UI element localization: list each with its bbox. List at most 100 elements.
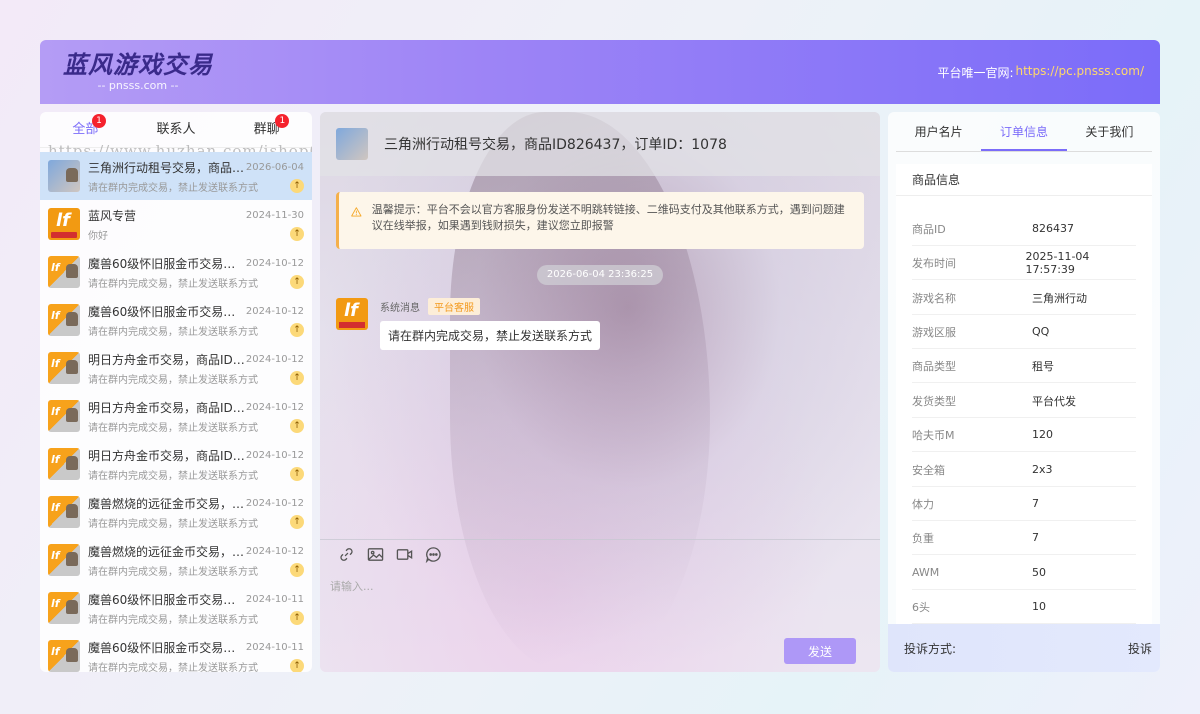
tab-contacts-label: 联系人 — [156, 121, 196, 137]
conversation-item[interactable]: lf 明日方舟金币交易，商品ID69... 2024-10-12 请在群内完成交易… — [40, 344, 312, 392]
pin-up-icon[interactable]: ↑ — [290, 179, 304, 193]
pin-up-icon[interactable]: ↑ — [290, 611, 304, 625]
info-value: 826437 — [1032, 222, 1074, 235]
chat-header: 三角洲行动租号交易，商品ID826437，订单ID：1078 — [320, 112, 880, 176]
tab-contacts[interactable]: 联系人 — [131, 112, 222, 148]
complaint-bar: 投诉方式: 投诉 — [888, 624, 1160, 672]
conversation-item[interactable]: lf 魔兽60级怀旧服金币交易，商... 2024-10-12 请在群内完成交易，… — [40, 296, 312, 344]
group-avatar-icon: lf — [48, 304, 80, 336]
chat-bubble-icon[interactable] — [425, 546, 442, 563]
info-value: 2x3 — [1032, 463, 1053, 476]
complaint-button[interactable]: 投诉 — [1128, 640, 1152, 657]
info-label: 游戏区服 — [912, 325, 956, 339]
conversation-time: 2024-10-12 — [245, 305, 304, 317]
pin-up-icon[interactable]: ↑ — [290, 659, 304, 672]
conversation-title: 三角洲行动租号交易，商品ID... — [88, 160, 246, 175]
info-label: 体力 — [912, 497, 934, 511]
info-label: 发货类型 — [912, 394, 956, 408]
tab-user-card[interactable]: 用户名片 — [896, 112, 981, 151]
group-avatar-icon: lf — [48, 592, 80, 624]
conversation-time: 2024-10-12 — [245, 449, 304, 461]
info-value: 7 — [1032, 497, 1039, 510]
info-row: 发布时间 2025-11-04 17:57:39 — [912, 246, 1136, 280]
pin-up-icon[interactable]: ↑ — [290, 371, 304, 385]
pin-up-icon[interactable]: ↑ — [290, 563, 304, 577]
conversation-preview: 请在群内完成交易，禁止发送联系方式 — [88, 326, 258, 338]
message-timestamp: 2026-06-04 23:36:25 — [537, 265, 663, 285]
tab-all[interactable]: 全部 1 — [40, 112, 131, 148]
game-avatar-icon — [48, 160, 80, 192]
conversation-item[interactable]: lf 魔兽60级怀旧服金币交易，商... 2024-10-11 请在群内完成交易，… — [40, 632, 312, 672]
conversation-title: 魔兽60级怀旧服金币交易，商... — [88, 256, 246, 271]
conversation-title: 魔兽60级怀旧服金币交易，商... — [88, 640, 246, 655]
pin-up-icon[interactable]: ↑ — [290, 419, 304, 433]
image-icon[interactable] — [367, 546, 384, 563]
info-tabs: 用户名片 订单信息 关于我们 — [896, 112, 1152, 152]
conversation-preview: 请在群内完成交易，禁止发送联系方式 — [88, 422, 258, 434]
conversation-item[interactable]: lf 魔兽燃烧的远征金币交易，商... 2024-10-12 请在群内完成交易，禁… — [40, 488, 312, 536]
info-row: 安全箱 2x3 — [912, 453, 1136, 487]
tab-group-chat[interactable]: 群聊 1 — [221, 112, 312, 148]
chat-panel: 三角洲行动租号交易，商品ID826437，订单ID：1078 温馨提示：平台不会… — [320, 112, 880, 672]
pin-up-icon[interactable]: ↑ — [290, 227, 304, 241]
message-sender: 系统消息 — [380, 303, 420, 314]
pin-up-icon[interactable]: ↑ — [290, 323, 304, 337]
safety-notice: 温馨提示：平台不会以官方客服身份发送不明跳转链接、二维码支付及其他联系方式，遇到… — [336, 192, 864, 249]
info-label: 哈夫币M — [912, 428, 955, 442]
pin-up-icon[interactable]: ↑ — [290, 467, 304, 481]
conversation-item[interactable]: lf 魔兽60级怀旧服金币交易，商... 2024-10-11 请在群内完成交易，… — [40, 584, 312, 632]
info-label: 发布时间 — [912, 256, 956, 270]
info-row: 负重 7 — [912, 521, 1136, 555]
pin-up-icon[interactable]: ↑ — [290, 275, 304, 289]
group-avatar-icon: lf — [48, 256, 80, 288]
conversation-item[interactable]: lf 明日方舟金币交易，商品ID69... 2024-10-12 请在群内完成交易… — [40, 392, 312, 440]
send-button[interactable]: 发送 — [784, 638, 856, 664]
pin-up-icon[interactable]: ↑ — [290, 515, 304, 529]
conversation-item[interactable]: lf 魔兽燃烧的远征金币交易，商... 2024-10-12 请在群内完成交易，禁… — [40, 536, 312, 584]
system-avatar-icon: lf — [336, 298, 368, 330]
conversation-preview: 请在群内完成交易，禁止发送联系方式 — [88, 518, 258, 530]
conversation-time: 2024-10-12 — [245, 353, 304, 365]
info-row: 发货类型 平台代发 — [912, 384, 1136, 418]
conversation-title: 魔兽60级怀旧服金币交易，商... — [88, 592, 246, 607]
message-input[interactable]: 请输入... — [330, 578, 374, 594]
conversation-time: 2024-10-11 — [245, 593, 304, 605]
tab-order-info[interactable]: 订单信息 — [981, 112, 1067, 151]
info-value: QQ — [1032, 325, 1050, 338]
logo-title: 蓝风游戏交易 — [63, 51, 213, 79]
info-row: AWM 50 — [912, 556, 1136, 590]
conversation-time: 2024-10-12 — [245, 497, 304, 509]
conversation-item[interactable]: 三角洲行动租号交易，商品ID... 2026-06-04 请在群内完成交易，禁止发… — [40, 152, 312, 200]
info-value: 2025-11-04 17:57:39 — [1025, 249, 1090, 276]
video-icon[interactable] — [396, 546, 413, 563]
group-avatar-icon: lf — [48, 496, 80, 528]
logo-subtitle: -- pnsss.com -- — [97, 79, 179, 92]
app-window: 蓝风游戏交易 -- pnsss.com -- 平台唯一官网: https://p… — [40, 40, 1160, 672]
conversation-item[interactable]: lf 魔兽60级怀旧服金币交易，商... 2024-10-12 请在群内完成交易，… — [40, 248, 312, 296]
official-site-info: 平台唯一官网: https://pc.pnsss.com/ — [937, 64, 1144, 81]
conversation-time: 2024-10-12 — [245, 545, 304, 557]
info-row: 商品ID 826437 — [912, 212, 1136, 246]
warning-icon — [351, 207, 362, 217]
message-bubble: 请在群内完成交易，禁止发送联系方式 — [380, 321, 601, 350]
info-value: 120 — [1032, 428, 1053, 441]
conversation-time: 2024-11-30 — [245, 209, 304, 221]
tab-all-badge: 1 — [92, 113, 106, 128]
chat-message: lf 系统消息 平台客服 请在群内完成交易，禁止发送联系方式 — [336, 298, 601, 350]
logo[interactable]: 蓝风游戏交易 -- pnsss.com -- — [58, 51, 218, 93]
info-value: 三角洲行动 — [1032, 291, 1087, 305]
group-avatar-icon: lf — [48, 400, 80, 432]
tab-about-us[interactable]: 关于我们 — [1067, 112, 1152, 151]
conversation-preview: 请在群内完成交易，禁止发送联系方式 — [88, 614, 258, 626]
info-value: 租号 — [1032, 359, 1054, 373]
conversation-title: 魔兽60级怀旧服金币交易，商... — [88, 304, 246, 319]
link-icon[interactable] — [338, 546, 355, 563]
conversation-preview: 请在群内完成交易，禁止发送联系方式 — [88, 470, 258, 482]
conversation-title: 魔兽燃烧的远征金币交易，商... — [88, 544, 246, 559]
conversation-time: 2026-06-04 — [245, 161, 304, 173]
conversation-preview: 请在群内完成交易，禁止发送联系方式 — [88, 182, 258, 194]
official-site-link[interactable]: https://pc.pnsss.com/ — [1015, 64, 1144, 81]
conversation-item[interactable]: lf 明日方舟金币交易，商品ID69... 2024-10-12 请在群内完成交易… — [40, 440, 312, 488]
info-panel: 用户名片 订单信息 关于我们 商品信息 商品ID 826437 发布时间 2025-… — [888, 112, 1160, 672]
conversation-item[interactable]: lf 蓝风专营 2024-11-30 你好 ↑ — [40, 200, 312, 248]
